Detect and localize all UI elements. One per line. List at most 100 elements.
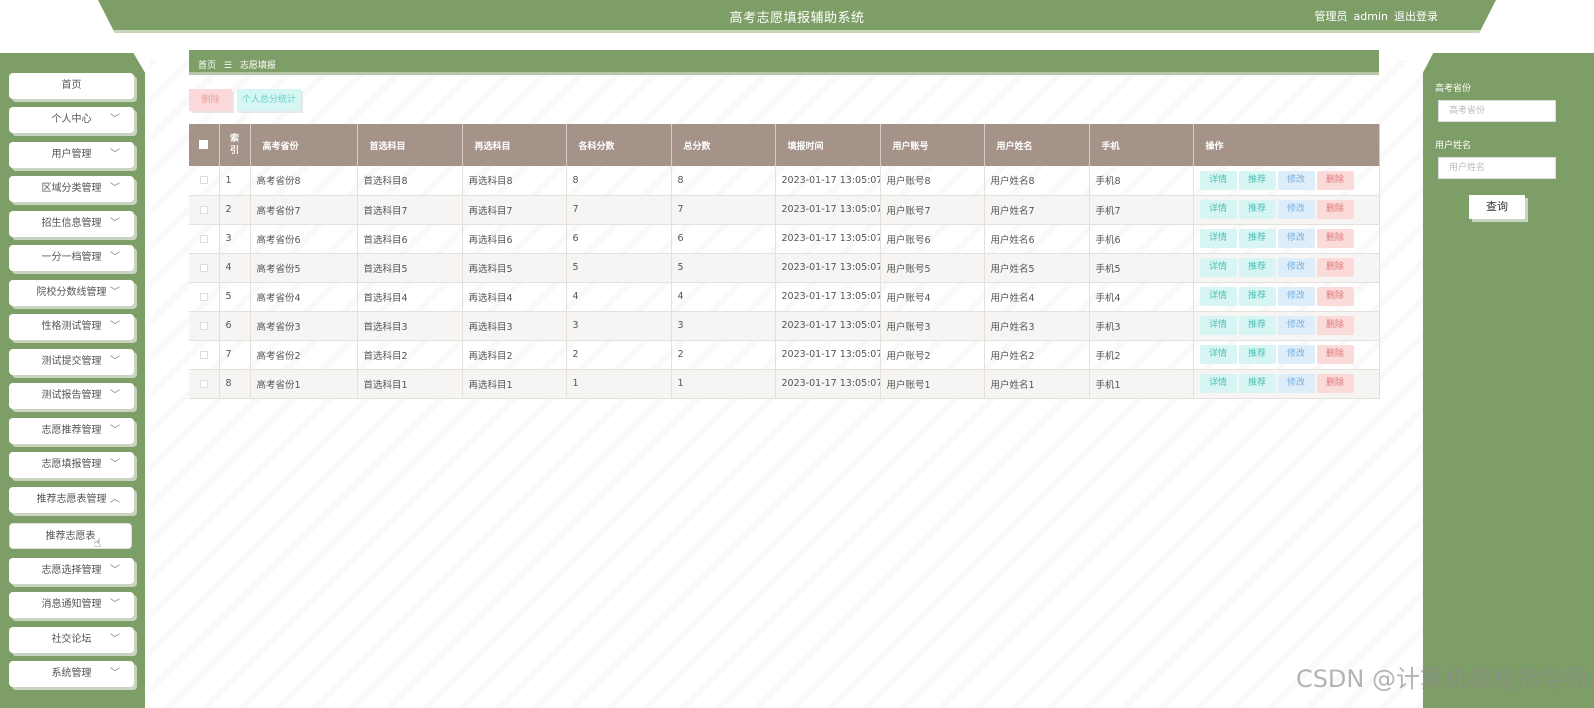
batch-delete-button[interactable]: 删除	[189, 89, 232, 111]
sidebar-item[interactable]: 院校分数线管理 ﹀	[9, 280, 134, 306]
detail-button[interactable]: 详情	[1199, 170, 1237, 190]
row-checkbox[interactable]	[189, 282, 220, 312]
cell-province: 高考省份7	[250, 195, 358, 225]
header-actions: 操作	[1193, 124, 1380, 166]
province-label: 高考省份	[1435, 84, 1472, 94]
detail-button[interactable]: 详情	[1199, 374, 1237, 393]
sidebar-item[interactable]: 推荐志愿表 ☝	[9, 523, 132, 550]
recommend-button[interactable]: 推荐	[1238, 316, 1276, 335]
recommend-button[interactable]: 推荐	[1238, 258, 1276, 277]
select-all-checkbox[interactable]	[189, 124, 220, 166]
cell-province: 高考省份2	[250, 340, 358, 370]
edit-button[interactable]: 修改	[1277, 229, 1315, 248]
header-submit-time[interactable]: 填报时间	[775, 124, 881, 166]
sidebar-item[interactable]: 消息通知管理 ﹀	[9, 592, 134, 618]
query-button[interactable]: 查询	[1469, 195, 1525, 219]
cell-username: 用户姓名1	[984, 369, 1090, 399]
recommend-button[interactable]: 推荐	[1238, 170, 1276, 190]
detail-button[interactable]: 详情	[1199, 345, 1237, 364]
chevron-down-icon: ﹀	[110, 252, 120, 263]
sidebar-item[interactable]: 首页	[9, 73, 134, 99]
sidebar-item[interactable]: 测试提交管理 ﹀	[9, 349, 134, 375]
recommend-button[interactable]: 推荐	[1238, 200, 1276, 219]
detail-button[interactable]: 详情	[1199, 258, 1237, 277]
data-table: 索引 高考省份 首选科目 再选科目 各科分数 总分数 填报时间 用户账号 用户姓…	[189, 124, 1380, 399]
sidebar-item[interactable]: 个人中心 ﹀	[9, 107, 134, 133]
edit-button[interactable]: 修改	[1277, 316, 1315, 335]
row-checkbox[interactable]	[189, 369, 220, 399]
header-province[interactable]: 高考省份	[250, 124, 358, 166]
sidebar-item[interactable]: 志愿选择管理 ﹀	[9, 558, 134, 584]
sidebar-item-label: 志愿推荐管理	[41, 425, 102, 436]
edit-button[interactable]: 修改	[1277, 170, 1315, 190]
cell-account: 用户账号4	[880, 282, 985, 312]
header-total-score[interactable]: 总分数	[671, 124, 776, 166]
cell-index: 3	[219, 224, 251, 254]
username-label: 用户姓名	[1435, 141, 1472, 151]
table-row: 8 高考省份1 首选科目1 再选科目1 1 1 2023-01-17 13:05:07 用户账…	[189, 369, 1380, 399]
sidebar-item[interactable]: 区域分类管理 ﹀	[9, 176, 134, 202]
cell-account: 用户账号1	[880, 369, 985, 399]
row-checkbox[interactable]	[189, 224, 220, 254]
header-phone[interactable]: 手机	[1089, 124, 1194, 166]
breadcrumb-home[interactable]: 首页	[198, 61, 216, 71]
delete-button[interactable]: 删除	[1316, 200, 1354, 219]
recommend-button[interactable]: 推荐	[1238, 287, 1276, 306]
recommend-button[interactable]: 推荐	[1238, 374, 1276, 393]
cell-submit-time: 2023-01-17 13:05:07	[775, 166, 881, 196]
delete-button[interactable]: 删除	[1316, 287, 1354, 306]
delete-button[interactable]: 删除	[1316, 345, 1354, 364]
sidebar-item[interactable]: 社交论坛 ﹀	[9, 627, 134, 653]
province-input[interactable]: 高考省份	[1438, 100, 1556, 122]
detail-button[interactable]: 详情	[1199, 316, 1237, 335]
header-second-subject[interactable]: 再选科目	[462, 124, 567, 166]
edit-button[interactable]: 修改	[1277, 374, 1315, 393]
edit-button[interactable]: 修改	[1277, 287, 1315, 306]
header-username[interactable]: 用户姓名	[984, 124, 1090, 166]
header-subject-scores[interactable]: 各科分数	[566, 124, 672, 166]
sidebar-item[interactable]: 推荐志愿表管理 ︿	[9, 487, 134, 513]
sidebar-item[interactable]: 用户管理 ﹀	[9, 142, 134, 168]
sidebar-item-label: 社交论坛	[51, 634, 92, 645]
row-checkbox[interactable]	[189, 253, 220, 283]
detail-button[interactable]: 详情	[1199, 229, 1237, 248]
edit-button[interactable]: 修改	[1277, 345, 1315, 364]
sidebar-item[interactable]: 测试报告管理 ﹀	[9, 383, 134, 409]
cell-phone: 手机7	[1089, 195, 1194, 225]
sidebar-item[interactable]: 招生信息管理 ﹀	[9, 211, 134, 237]
header-account[interactable]: 用户账号	[880, 124, 985, 166]
cell-province: 高考省份4	[250, 282, 358, 312]
cell-submit-time: 2023-01-17 13:05:07	[775, 369, 881, 399]
recommend-button[interactable]: 推荐	[1238, 345, 1276, 364]
recommend-button[interactable]: 推荐	[1238, 229, 1276, 248]
cell-phone: 手机8	[1089, 166, 1194, 196]
delete-button[interactable]: 删除	[1316, 316, 1354, 335]
detail-button[interactable]: 详情	[1199, 287, 1237, 306]
edit-button[interactable]: 修改	[1277, 258, 1315, 277]
row-checkbox[interactable]	[189, 195, 220, 225]
cell-province: 高考省份8	[250, 166, 358, 196]
edit-button[interactable]: 修改	[1277, 200, 1315, 219]
delete-button[interactable]: 删除	[1316, 170, 1354, 190]
delete-button[interactable]: 删除	[1316, 258, 1354, 277]
sidebar-item[interactable]: 志愿填报管理 ﹀	[9, 452, 134, 478]
row-checkbox[interactable]	[189, 166, 220, 196]
cell-first-subject: 首选科目4	[357, 282, 463, 312]
chevron-down-icon: ﹀	[110, 425, 120, 436]
breadcrumb: 首页 ☰ 志愿填报	[189, 50, 1379, 75]
cell-second-subject: 再选科目8	[462, 166, 567, 196]
delete-button[interactable]: 删除	[1316, 229, 1354, 248]
username-input[interactable]: 用户姓名	[1438, 157, 1556, 179]
header-first-subject[interactable]: 首选科目	[357, 124, 463, 166]
detail-button[interactable]: 详情	[1199, 200, 1237, 219]
sidebar-item[interactable]: 志愿推荐管理 ﹀	[9, 418, 134, 444]
sidebar-item[interactable]: 性格测试管理 ﹀	[9, 314, 134, 340]
logout-link[interactable]: 退出登录	[1394, 10, 1438, 23]
row-checkbox[interactable]	[189, 311, 220, 341]
row-checkbox[interactable]	[189, 340, 220, 370]
delete-button[interactable]: 删除	[1316, 374, 1354, 393]
sidebar-item[interactable]: 系统管理 ﹀	[9, 661, 134, 687]
score-stats-button[interactable]: 个人总分统计	[237, 89, 301, 111]
sidebar-item[interactable]: 一分一档管理 ﹀	[9, 245, 134, 271]
cell-second-subject: 再选科目3	[462, 311, 567, 341]
